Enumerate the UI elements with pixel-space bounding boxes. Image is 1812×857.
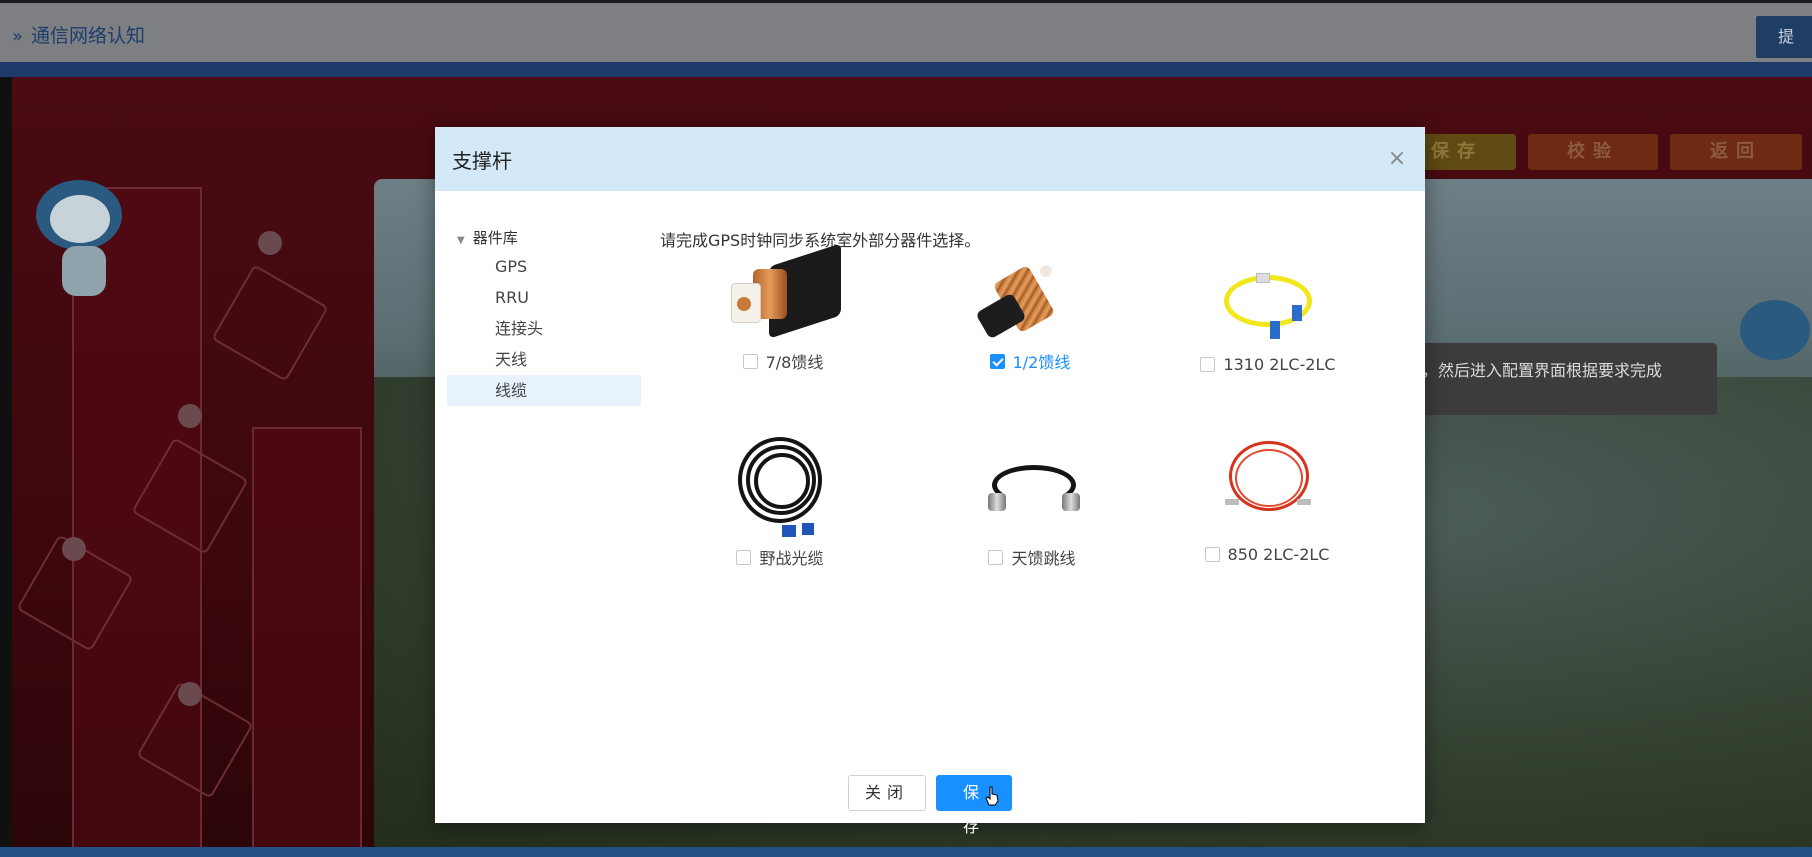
fiber-1310-image <box>1168 261 1368 351</box>
field-optical-cable-image <box>680 437 880 541</box>
tree-item-cable[interactable]: 线缆 <box>447 375 641 406</box>
caret-down-icon[interactable]: ▼ <box>457 228 465 254</box>
component-label: 850 2LC-2LC <box>1227 545 1330 564</box>
component-card[interactable]: 850 2LC-2LC <box>1167 437 1367 566</box>
component-card[interactable]: 天馈跳线 <box>932 437 1132 569</box>
tree-item-antenna[interactable]: 天线 <box>447 344 641 375</box>
component-label: 1310 2LC-2LC <box>1223 355 1336 374</box>
component-label: 7/8馈线 <box>765 353 824 372</box>
component-card[interactable]: 7/8馈线 <box>683 243 883 373</box>
hand-pointer-cursor-icon <box>985 786 999 806</box>
tree-item-rru[interactable]: RRU <box>447 282 641 313</box>
component-card[interactable]: 1/2馈线 <box>930 255 1130 373</box>
component-checkbox[interactable] <box>736 549 752 565</box>
antenna-jumper-image <box>932 437 1132 541</box>
component-checkbox[interactable] <box>1204 547 1220 562</box>
tree-item-connector[interactable]: 连接头 <box>447 313 641 344</box>
component-label: 天馈跳线 <box>1011 549 1076 568</box>
component-checkbox[interactable] <box>988 549 1004 565</box>
dialog-title: 支撑杆 <box>452 149 512 173</box>
instruction-text: 请完成GPS时钟同步系统室外部分器件选择。 <box>660 231 981 250</box>
component-checkbox[interactable] <box>1200 357 1216 372</box>
dialog-header: 支撑杆 × <box>435 127 1425 191</box>
tree-root-label: 器件库 <box>472 229 518 247</box>
tree-item-gps[interactable]: GPS <box>447 251 641 282</box>
component-card[interactable]: 1310 2LC-2LC <box>1168 261 1368 376</box>
tree-root-library[interactable]: ▼ 器件库 <box>447 225 641 251</box>
component-dialog: 支撑杆 × ▼ 器件库 GPS RRU 连接头 天线 线缆 请完成GPS时钟同步系… <box>435 127 1425 836</box>
component-checkbox[interactable] <box>742 353 758 369</box>
cable-1-2-feeder-image <box>930 255 1130 345</box>
component-label: 1/2馈线 <box>1012 353 1071 372</box>
component-card[interactable]: 野战光缆 <box>680 437 880 569</box>
fiber-850-image <box>1167 437 1367 541</box>
component-library-tree: ▼ 器件库 GPS RRU 连接头 天线 线缆 <box>447 225 641 406</box>
component-checkbox-checked[interactable] <box>989 353 1005 369</box>
save-button[interactable]: 保存 <box>936 775 1012 836</box>
close-icon[interactable]: × <box>1387 148 1407 170</box>
component-label: 野战光缆 <box>759 549 824 568</box>
close-button[interactable]: 关闭 <box>847 775 926 811</box>
cable-7-8-feeder-image <box>683 243 883 345</box>
bottom-bar <box>0 847 1812 857</box>
dialog-footer: 关闭 保存 <box>435 775 1425 836</box>
